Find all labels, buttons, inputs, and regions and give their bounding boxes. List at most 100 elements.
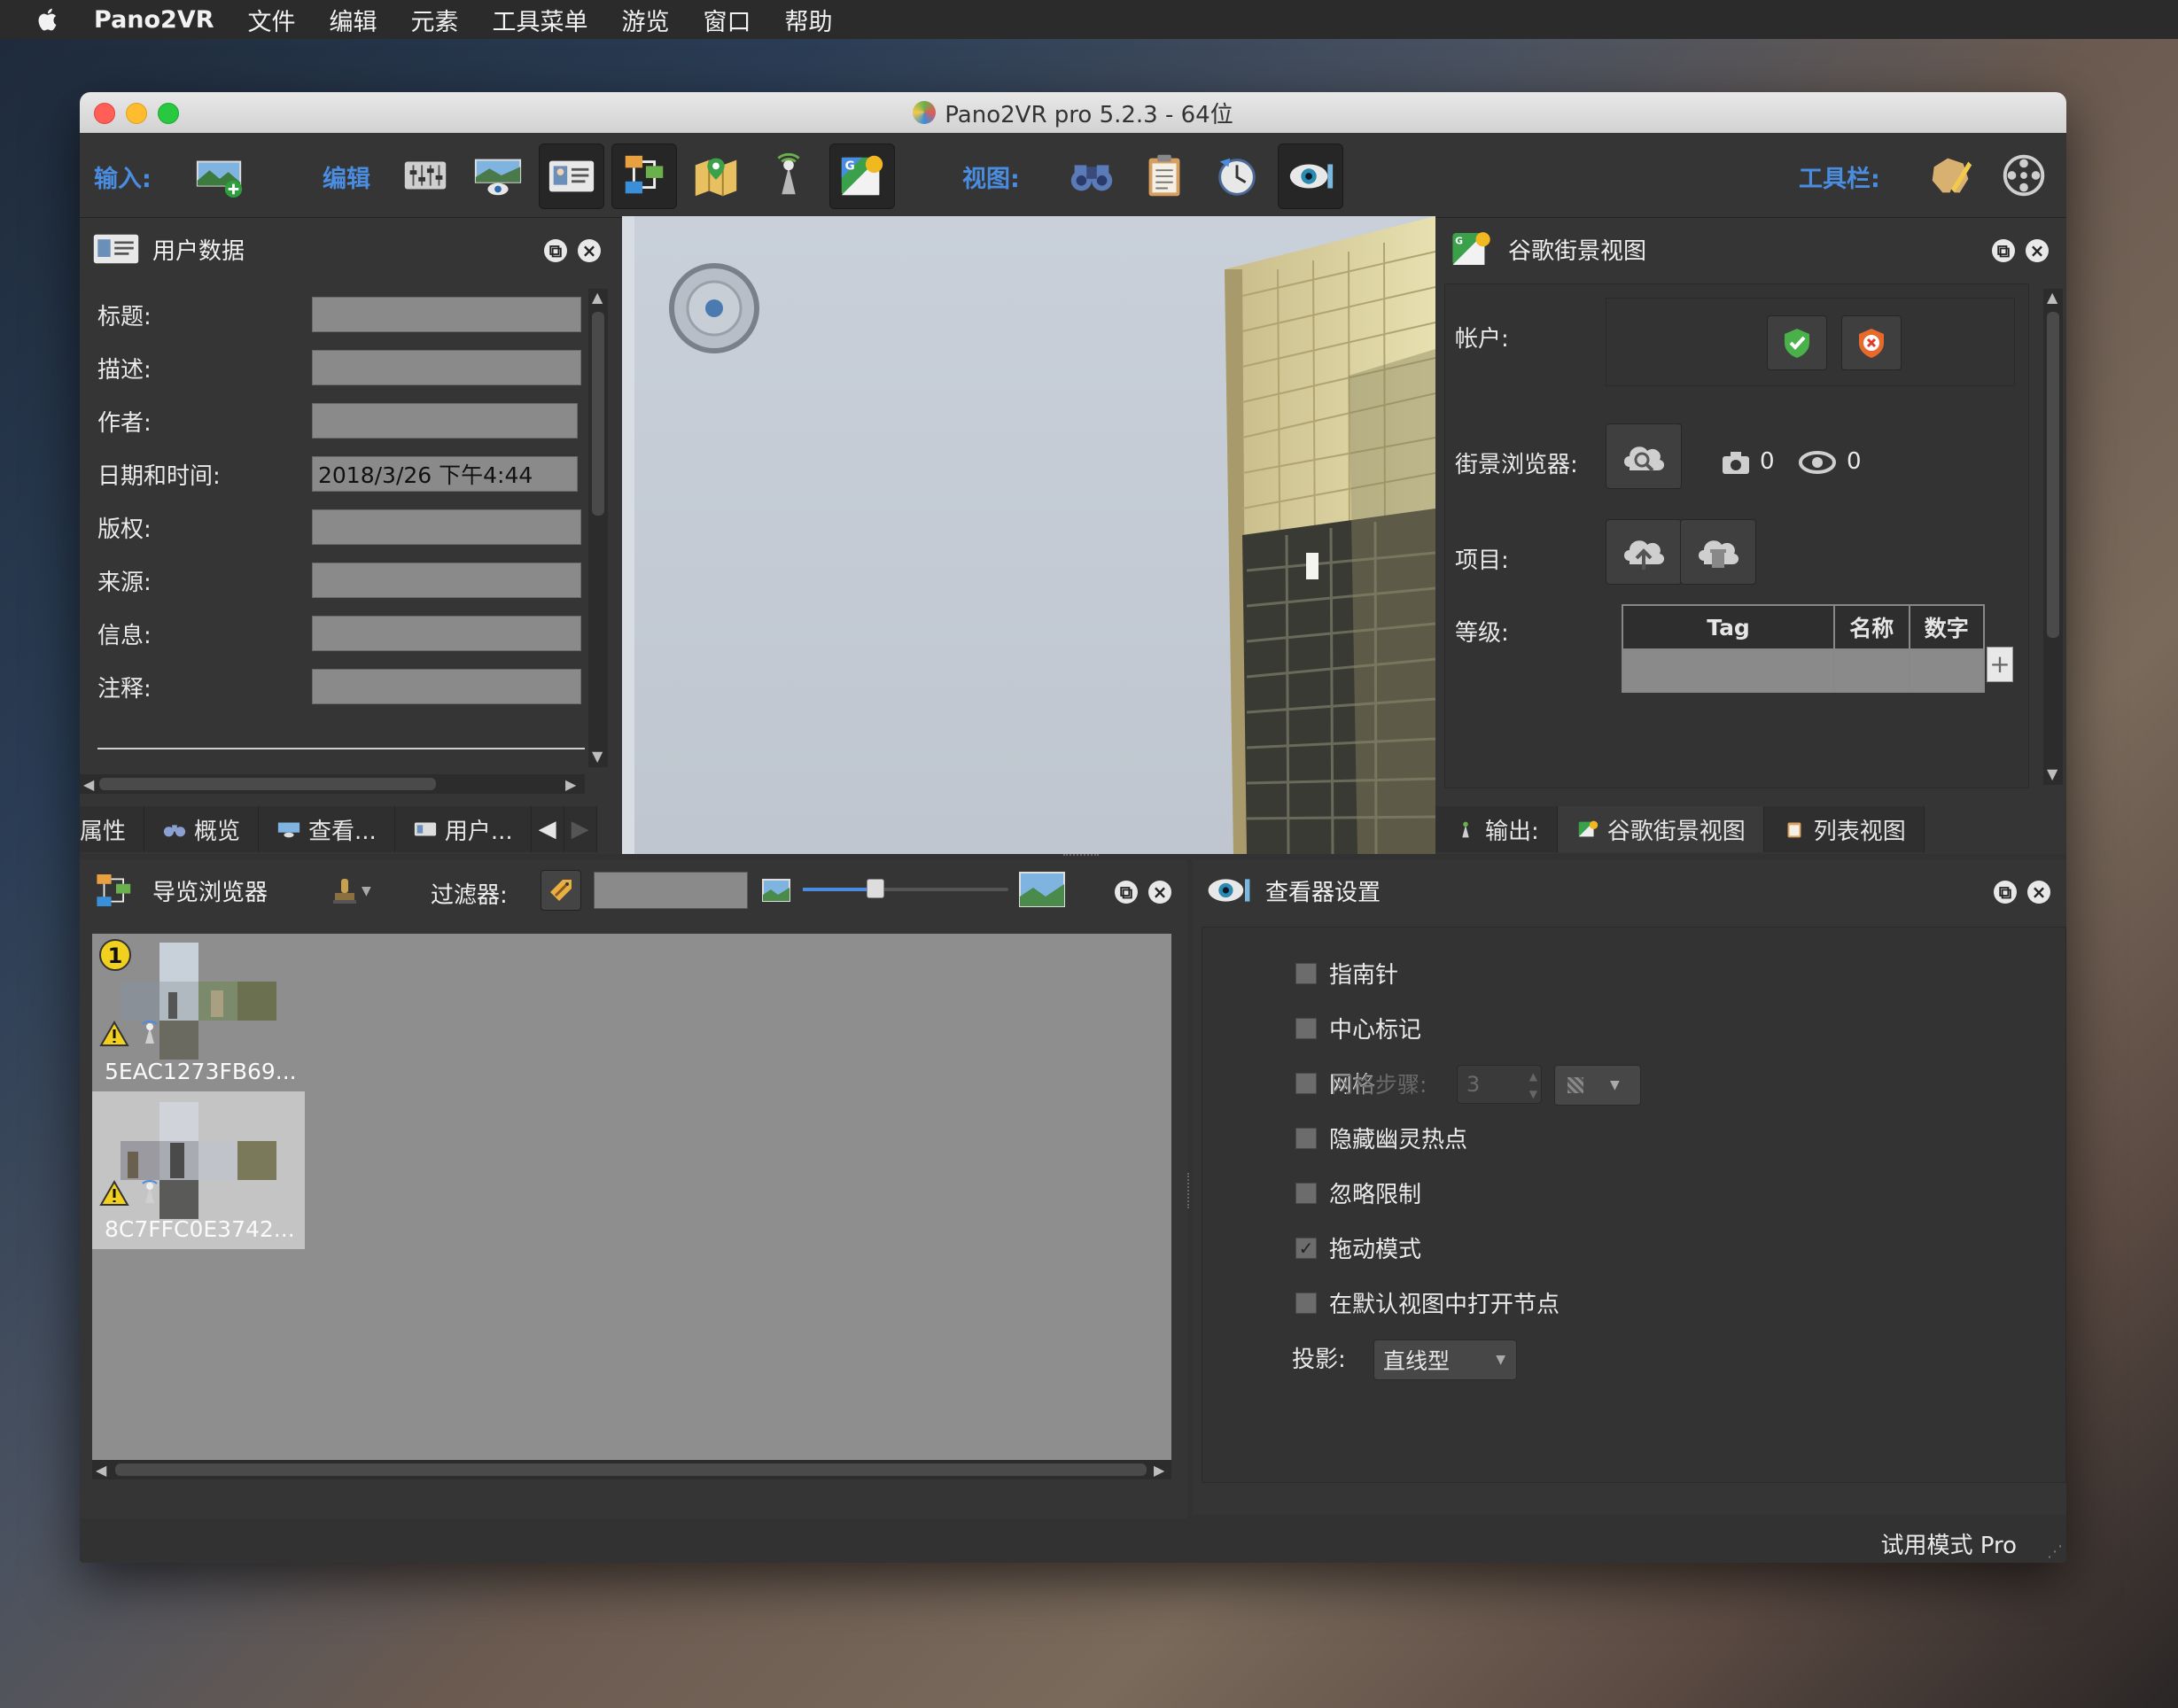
scroll-thumb[interactable]: [99, 778, 436, 790]
adjust-button[interactable]: [393, 144, 457, 207]
horizontal-scrollbar[interactable]: ◀ ▶: [80, 774, 585, 794]
table-cell[interactable]: [1908, 648, 1986, 693]
tour-browser-button[interactable]: [611, 144, 677, 209]
upload-button[interactable]: [1606, 519, 1682, 585]
import-panorama-button[interactable]: [188, 144, 252, 207]
projection-dropdown[interactable]: 直线型 ▼: [1373, 1339, 1517, 1380]
resize-grip-icon[interactable]: ⋰: [2047, 1542, 2063, 1561]
column-header-name[interactable]: 名称: [1833, 604, 1910, 650]
source-input[interactable]: [312, 563, 581, 598]
slider-thumb[interactable]: [867, 879, 884, 898]
checkbox[interactable]: [1295, 1072, 1317, 1094]
author-input[interactable]: [312, 403, 578, 439]
spinner-arrows-icon[interactable]: ▲ ▼: [1529, 1068, 1537, 1103]
checkbox[interactable]: [1295, 1182, 1317, 1204]
checkbox[interactable]: [1295, 1292, 1317, 1314]
tab-overview[interactable]: 概览: [144, 806, 260, 852]
panorama-viewer[interactable]: [622, 216, 1435, 854]
list-view-button[interactable]: [1132, 144, 1196, 207]
description-input[interactable]: [312, 350, 581, 385]
apple-icon[interactable]: [35, 6, 62, 33]
node-marker-dropdown[interactable]: ▼: [331, 875, 376, 907]
tour-node-1[interactable]: 1 5EAC1273FB69...: [92, 934, 305, 1091]
video-output-button[interactable]: [1992, 144, 2056, 207]
scroll-thumb[interactable]: [592, 312, 604, 516]
scroll-up-icon[interactable]: ▲: [2047, 289, 2057, 306]
login-button[interactable]: [1767, 315, 1827, 370]
checkbox[interactable]: [1295, 962, 1317, 984]
tab-user-data[interactable]: 用户...: [394, 806, 532, 852]
filter-input[interactable]: [594, 872, 748, 909]
menu-file[interactable]: 文件: [248, 3, 296, 37]
center-marker-option[interactable]: 中心标记: [1295, 1012, 1421, 1044]
vertical-scrollbar[interactable]: ▲ ▼: [2043, 289, 2063, 785]
tour-flow-button[interactable]: [1205, 144, 1269, 207]
tour-node-2[interactable]: 8C7FFC0E3742...: [92, 1091, 305, 1249]
menu-app[interactable]: Pano2VR: [94, 6, 214, 34]
float-panel-button[interactable]: ⧉: [1992, 239, 2015, 262]
table-cell[interactable]: [1621, 648, 1836, 693]
float-panel-button[interactable]: ⧉: [1115, 881, 1138, 904]
tour-node-area[interactable]: 1 5EAC1273FB69... 8C7FFC0E3742...: [92, 934, 1171, 1460]
tab-properties[interactable]: 属性: [80, 806, 145, 852]
scroll-left-icon[interactable]: ◀: [83, 776, 94, 793]
zoom-window-button[interactable]: [158, 103, 179, 124]
tab-list-view[interactable]: 列表视图: [1763, 806, 1925, 852]
compass-option[interactable]: 指南针: [1295, 957, 1398, 990]
scroll-right-icon[interactable]: ▶: [565, 776, 576, 793]
viewer-settings-button[interactable]: [1278, 144, 1343, 209]
scroll-thumb[interactable]: [115, 1463, 1147, 1476]
tab-google-street-view[interactable]: 谷歌街景视图: [1557, 806, 1764, 852]
ignore-limits-option[interactable]: 忽略限制: [1295, 1176, 1421, 1209]
delete-cloud-button[interactable]: [1680, 519, 1756, 585]
scroll-thumb[interactable]: [2047, 312, 2059, 638]
tab-viewer[interactable]: 查看...: [259, 806, 395, 852]
hide-ghost-hotspots-option[interactable]: 隐藏幽灵热点: [1295, 1122, 1467, 1154]
menu-window[interactable]: 窗口: [704, 3, 751, 37]
gps-button[interactable]: [757, 144, 821, 207]
checkbox-checked[interactable]: ✓: [1295, 1237, 1317, 1259]
info-input[interactable]: [312, 616, 581, 651]
scroll-down-icon[interactable]: ▼: [592, 748, 603, 765]
tab-output[interactable]: 输出:: [1435, 806, 1558, 852]
scroll-right-icon[interactable]: ▶: [1154, 1462, 1164, 1479]
vertical-scrollbar[interactable]: ▲ ▼: [588, 289, 608, 767]
close-panel-button[interactable]: ×: [578, 239, 601, 262]
scroll-left-icon[interactable]: ◀: [96, 1462, 106, 1479]
menu-tools[interactable]: 工具菜单: [493, 3, 588, 37]
viewing-parameters-button[interactable]: [466, 144, 530, 207]
overview-button[interactable]: [1060, 144, 1124, 207]
scroll-up-icon[interactable]: ▲: [592, 289, 603, 306]
column-header-tag[interactable]: Tag: [1621, 604, 1836, 650]
column-header-number[interactable]: 数字: [1908, 604, 1986, 650]
drag-mode-option[interactable]: ✓ 拖动模式: [1295, 1231, 1421, 1264]
close-panel-button[interactable]: ×: [1148, 881, 1171, 904]
menu-tour[interactable]: 游览: [622, 3, 670, 37]
scroll-down-icon[interactable]: ▼: [2047, 765, 2057, 782]
checkbox[interactable]: [1295, 1127, 1317, 1149]
checkbox[interactable]: [1295, 1017, 1317, 1039]
tab-scroll-left-button[interactable]: ◀: [531, 806, 564, 852]
minimize-window-button[interactable]: [126, 103, 147, 124]
horizontal-scrollbar[interactable]: ◀ ▶: [92, 1460, 1171, 1479]
float-panel-button[interactable]: ⧉: [544, 239, 567, 262]
copyright-input[interactable]: [312, 509, 581, 545]
map-button[interactable]: [684, 144, 748, 207]
table-row[interactable]: [1621, 648, 1986, 693]
skin-editor-button[interactable]: [1919, 144, 1983, 207]
close-window-button[interactable]: [94, 103, 115, 124]
logout-button[interactable]: [1841, 315, 1902, 370]
close-panel-button[interactable]: ×: [2026, 239, 2049, 262]
comment-input[interactable]: [312, 669, 581, 704]
open-node-default-view-option[interactable]: 在默认视图中打开节点: [1295, 1286, 1560, 1319]
tab-scroll-right-button[interactable]: ▶: [564, 806, 597, 852]
google-street-view-button[interactable]: G: [829, 144, 895, 209]
filter-tag-button[interactable]: [541, 870, 581, 911]
close-panel-button[interactable]: ×: [2027, 881, 2050, 904]
grid-step-spinner[interactable]: 3 ▲ ▼: [1457, 1065, 1542, 1104]
table-cell[interactable]: [1833, 648, 1910, 693]
grid-color-dropdown[interactable]: ▼: [1554, 1065, 1641, 1106]
thumbnail-size-slider[interactable]: [803, 879, 1008, 898]
float-panel-button[interactable]: ⧉: [1994, 881, 2017, 904]
menu-edit[interactable]: 编辑: [330, 3, 377, 37]
